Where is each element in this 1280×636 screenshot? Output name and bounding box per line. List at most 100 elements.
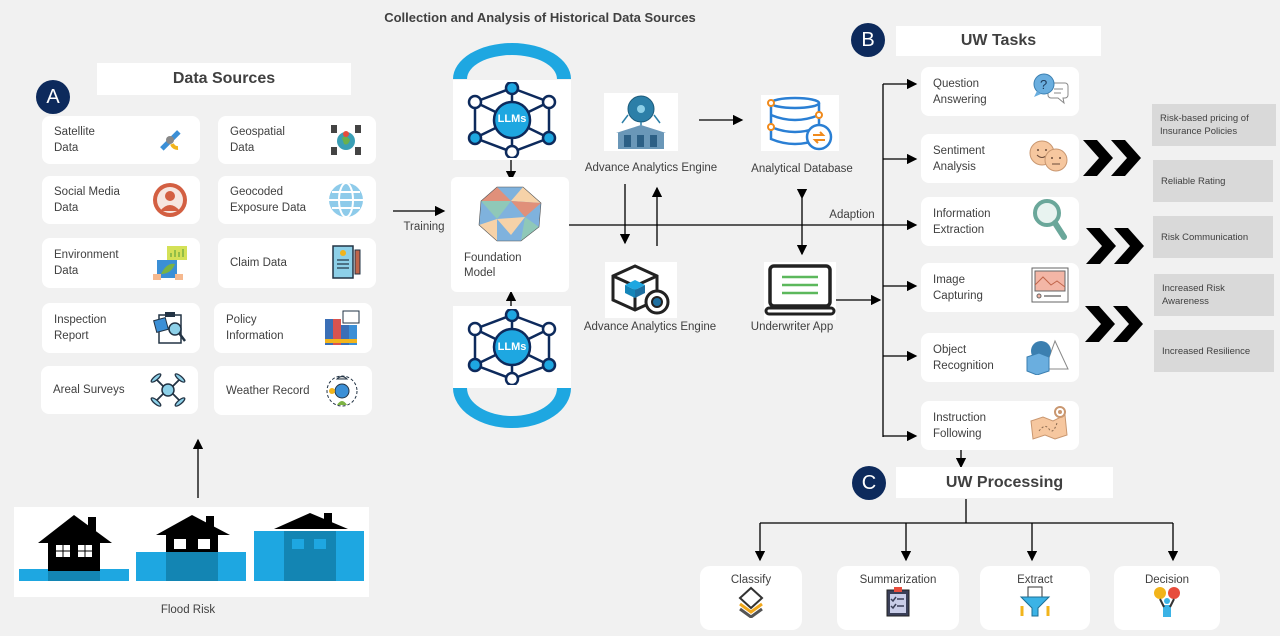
- analytical-database-node[interactable]: [761, 95, 839, 151]
- process-label: Extract: [1017, 574, 1053, 586]
- analytical-database-label: Analytical Database: [751, 163, 853, 175]
- source-satellite-data[interactable]: Satellite Data: [42, 116, 200, 164]
- map-pin-icon: [1029, 405, 1069, 446]
- process-label: Summarization: [859, 574, 937, 586]
- section-a-badge: A: [36, 80, 70, 114]
- source-weather-record[interactable]: Weather Record: [214, 366, 372, 415]
- analytics-engine-bottom-node[interactable]: [605, 262, 677, 318]
- diagram-title: Collection and Analysis of Historical Da…: [384, 10, 696, 25]
- svg-text:?: ?: [1040, 77, 1047, 92]
- decision-person-icon: [1152, 586, 1182, 621]
- source-policy-information[interactable]: Policy Information: [214, 303, 372, 353]
- checklist-icon: [885, 586, 911, 621]
- task-question-answering[interactable]: Question Answering ?: [921, 67, 1079, 116]
- foundation-model-label: Foundation Model: [464, 252, 522, 279]
- source-label: Geospatial Data: [230, 126, 285, 154]
- task-label: Information Extraction: [933, 207, 991, 236]
- flood-risk-caption: Flood Risk: [160, 604, 216, 616]
- source-label: Claim Data: [230, 257, 287, 269]
- outcome-increased-resilience: Increased Resilience: [1154, 330, 1274, 372]
- source-areal-surveys[interactable]: Areal Surveys: [41, 366, 198, 414]
- faces-icon: [1029, 139, 1069, 178]
- funnel-icon: [1018, 586, 1052, 621]
- source-geocoded-exposure-data[interactable]: Geocoded Exposure Data: [218, 176, 376, 224]
- task-label: Instruction Following: [933, 411, 987, 440]
- outcome-reliable-rating: Reliable Rating: [1153, 160, 1273, 202]
- process-label: Classify: [730, 574, 772, 586]
- llm-label: LLMs: [497, 113, 527, 125]
- outcome-risk-based-pricing: Risk-based pricing of Insurance Policies: [1152, 104, 1276, 146]
- source-claim-data[interactable]: Claim Data: [218, 238, 376, 288]
- analytics-engine-top-label: Advance Analytics Engine: [584, 162, 718, 174]
- magnifier-icon: [1031, 197, 1069, 246]
- training-label: Training: [403, 221, 445, 233]
- source-label: Weather Record: [226, 384, 310, 397]
- globe-icon: [326, 180, 366, 220]
- source-environment-data[interactable]: Environment Data: [42, 238, 200, 288]
- user-avatar-icon: [150, 180, 190, 220]
- llm-top-node[interactable]: LLMs: [453, 80, 571, 160]
- claim-document-icon: [326, 243, 366, 283]
- shapes-icon: [1025, 335, 1069, 380]
- section-b-badge: B: [851, 23, 885, 57]
- task-information-extraction[interactable]: Information Extraction: [921, 197, 1079, 246]
- database-sync-icon: [767, 96, 833, 151]
- llm-label: LLMs: [497, 341, 527, 353]
- weather-globe-icon: [322, 371, 362, 411]
- analytics-engine-icon: [616, 95, 666, 149]
- source-label: Environment Data: [54, 249, 119, 277]
- process-decision[interactable]: Decision: [1114, 566, 1220, 630]
- outcome-risk-communication: Risk Communication: [1153, 216, 1273, 258]
- source-label: Inspection Report: [54, 314, 107, 342]
- geospatial-globe-icon: [326, 120, 366, 160]
- task-sentiment-analysis[interactable]: Sentiment Analysis: [921, 134, 1079, 183]
- source-label: Policy Information: [226, 314, 284, 342]
- llm-bottom-arc: [453, 388, 571, 428]
- section-c-badge: C: [852, 466, 886, 500]
- question-chat-icon: ?: [1031, 73, 1069, 110]
- outcome-increased-risk-awareness: Increased Risk Awareness: [1154, 274, 1274, 316]
- source-label: Satellite Data: [54, 126, 95, 154]
- source-social-media-data[interactable]: Social Media Data: [42, 176, 200, 224]
- source-label: Geocoded Exposure Data: [230, 186, 307, 214]
- llm-top-arc: [453, 43, 571, 79]
- llm-bottom-node[interactable]: LLMs: [453, 306, 571, 388]
- data-sources-header: Data Sources: [97, 63, 351, 95]
- policy-binders-icon: [322, 308, 362, 348]
- uw-tasks-header: UW Tasks: [896, 26, 1101, 56]
- chevron-double-icon: [1083, 140, 1143, 181]
- task-image-capturing[interactable]: Image Capturing: [921, 263, 1079, 312]
- task-label: Question Answering: [933, 77, 987, 106]
- process-label: Decision: [1144, 574, 1190, 586]
- source-label: Social Media Data: [54, 186, 120, 214]
- foundation-mesh-icon: [478, 186, 542, 242]
- underwriter-app-node[interactable]: [764, 262, 836, 320]
- inspection-clipboard-icon: [150, 308, 190, 348]
- source-inspection-report[interactable]: Inspection Report: [42, 303, 200, 353]
- source-geospatial-data[interactable]: Geospatial Data: [218, 116, 376, 164]
- adaption-label: Adaption: [829, 209, 875, 221]
- drone-icon: [148, 370, 188, 410]
- satellite-icon: [150, 120, 190, 160]
- layers-icon: [738, 586, 764, 621]
- cube-gear-icon: [611, 264, 670, 315]
- source-label: Areal Surveys: [53, 384, 125, 396]
- foundation-model-node[interactable]: Foundation Model: [451, 177, 569, 292]
- chevron-double-icon: [1085, 306, 1145, 347]
- underwriter-app-label: Underwriter App: [750, 321, 834, 333]
- process-extract[interactable]: Extract: [980, 566, 1090, 630]
- flood-risk-image: [14, 507, 369, 597]
- analytics-engine-bottom-label: Advance Analytics Engine: [583, 321, 717, 333]
- environment-chart-icon: [150, 243, 190, 283]
- task-label: Object Recognition: [933, 343, 994, 372]
- task-label: Image Capturing: [933, 273, 983, 302]
- process-classify[interactable]: Classify: [700, 566, 802, 630]
- laptop-icon: [764, 264, 836, 316]
- task-label: Sentiment Analysis: [933, 144, 985, 173]
- image-frame-icon: [1031, 267, 1069, 308]
- uw-processing-header: UW Processing: [896, 467, 1113, 498]
- process-summarization[interactable]: Summarization: [837, 566, 959, 630]
- task-instruction-following[interactable]: Instruction Following: [921, 401, 1079, 450]
- task-object-recognition[interactable]: Object Recognition: [921, 333, 1079, 382]
- analytics-engine-top-node[interactable]: [604, 93, 678, 151]
